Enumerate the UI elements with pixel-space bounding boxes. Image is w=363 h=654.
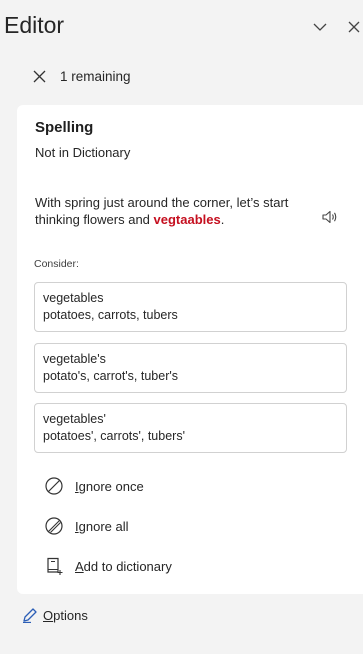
suggestion-examples: potatoes, carrots, tubers — [43, 308, 178, 322]
ignore-all-button[interactable]: Ignore all — [43, 514, 129, 538]
suggestion-word: vegetable's — [43, 352, 106, 366]
remaining-count: 1 remaining — [60, 68, 131, 84]
suggestion-word: vegetables' — [43, 412, 106, 426]
options-pen-icon — [21, 606, 39, 624]
consider-label: Consider: — [34, 258, 79, 270]
pane-title: Editor — [4, 12, 65, 38]
close-icon[interactable] — [344, 17, 363, 37]
spelling-card: Spelling Not in Dictionary With spring j… — [17, 105, 363, 594]
ignore-all-icon — [43, 515, 65, 537]
ignore-once-label: Ignore once — [75, 478, 144, 494]
add-to-dictionary-button[interactable]: Add to dictionary — [43, 554, 172, 578]
card-subtitle: Not in Dictionary — [35, 145, 131, 160]
pane-header: Editor — [0, 0, 363, 56]
add-dictionary-icon — [43, 555, 65, 577]
dismiss-close-icon[interactable] — [30, 67, 48, 85]
remaining-bar: 1 remaining — [30, 62, 131, 90]
suggestion-item[interactable]: vegetable's potato's, carrot's, tuber's — [34, 343, 347, 393]
context-after: . — [220, 212, 225, 227]
speaker-icon[interactable] — [320, 207, 340, 227]
context-sentence: With spring just around the corner, let’… — [35, 194, 305, 228]
ignore-all-label: Ignore all — [75, 518, 129, 534]
suggestion-examples: potatoes', carrots', tubers' — [43, 429, 185, 443]
options-label: Options — [43, 607, 88, 623]
suggestion-item[interactable]: vegetables potatoes, carrots, tubers — [34, 282, 347, 332]
ignore-once-button[interactable]: Ignore once — [43, 474, 144, 498]
options-link[interactable]: Options — [21, 606, 88, 624]
card-title: Spelling — [35, 119, 94, 136]
suggestion-examples: potato's, carrot's, tuber's — [43, 369, 178, 383]
misspelled-word: vegtaables — [153, 212, 221, 227]
chevron-down-icon[interactable] — [310, 17, 330, 37]
ignore-once-icon — [43, 475, 65, 497]
add-to-dictionary-label: Add to dictionary — [75, 558, 172, 574]
suggestion-item[interactable]: vegetables' potatoes', carrots', tubers' — [34, 403, 347, 453]
suggestion-word: vegetables — [43, 291, 104, 305]
